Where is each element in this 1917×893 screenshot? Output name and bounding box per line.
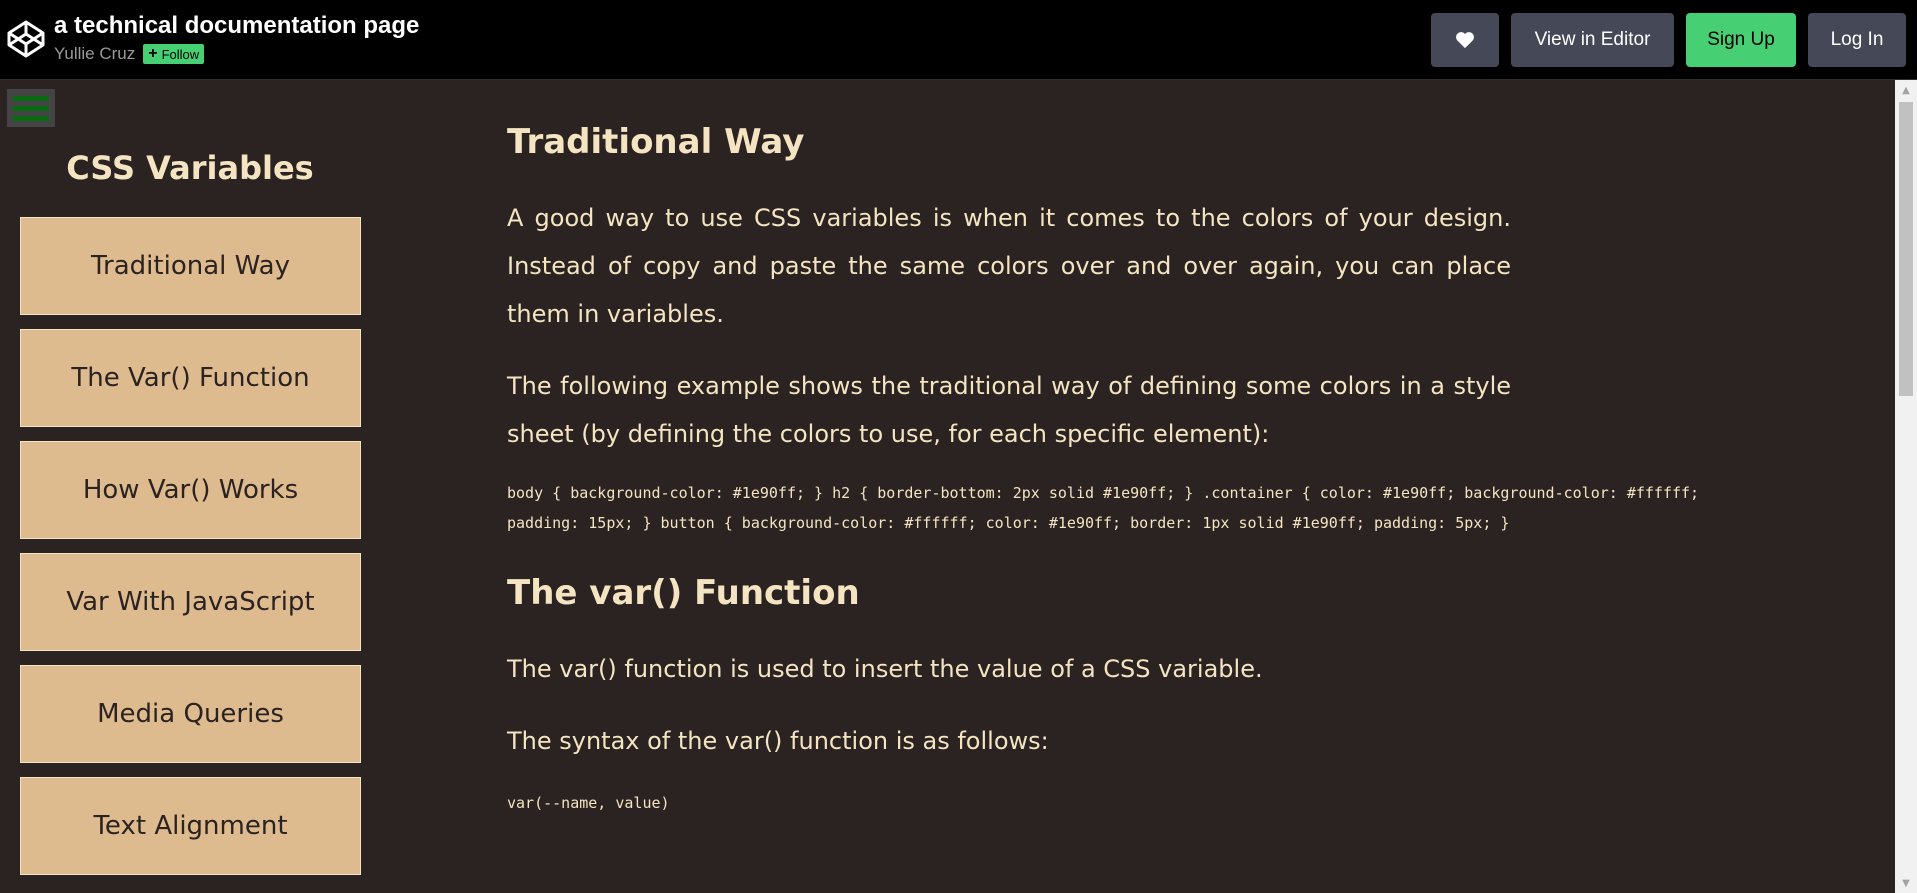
sidebar-title: CSS Variables <box>66 149 314 187</box>
main-content: Traditional Way A good way to use CSS va… <box>507 112 1887 818</box>
section-traditional-way: Traditional Way A good way to use CSS va… <box>507 112 1887 538</box>
follow-label: Follow <box>161 46 200 62</box>
log-in-button[interactable]: Log In <box>1808 13 1906 67</box>
heart-button[interactable] <box>1431 13 1499 67</box>
nav-item-traditional-way[interactable]: Traditional Way <box>20 217 361 315</box>
vertical-scrollbar[interactable]: ▲ ▼ <box>1895 80 1917 893</box>
nav-item-media-queries[interactable]: Media Queries <box>20 665 361 763</box>
sidebar-nav: Traditional Way The Var() Function How V… <box>20 217 361 889</box>
section-heading: The var() Function <box>507 573 860 613</box>
nav-item-text-alignment[interactable]: Text Alignment <box>20 777 361 875</box>
code-block: body { background-color: #1e90ff; } h2 {… <box>507 484 1700 532</box>
section-paragraph: The following example shows the traditio… <box>507 372 1511 448</box>
follow-button[interactable]: + Follow <box>143 44 205 64</box>
scroll-down-arrow-icon[interactable]: ▼ <box>1895 873 1917 893</box>
view-in-editor-button[interactable]: View in Editor <box>1511 13 1674 67</box>
heart-icon <box>1456 32 1474 49</box>
section-paragraph: The var() function is used to insert the… <box>507 655 1263 683</box>
nav-item-var-function[interactable]: The Var() Function <box>20 329 361 427</box>
nav-item-var-with-javascript[interactable]: Var With JavaScript <box>20 553 361 651</box>
header-actions: View in Editor Sign Up Log In <box>1431 13 1906 67</box>
nav-item-how-var-works[interactable]: How Var() Works <box>20 441 361 539</box>
author-link[interactable]: Yullie Cruz <box>54 44 135 64</box>
scrollbar-thumb[interactable] <box>1899 102 1913 396</box>
author-row: Yullie Cruz + Follow <box>54 44 205 64</box>
pen-title: a technical documentation page <box>54 12 420 39</box>
top-bar: a technical documentation page Yullie Cr… <box>0 0 1917 80</box>
codepen-logo-icon[interactable] <box>6 19 46 59</box>
sign-up-button[interactable]: Sign Up <box>1686 13 1796 67</box>
hamburger-menu-icon[interactable] <box>7 89 55 127</box>
section-paragraph: The syntax of the var() function is as f… <box>507 727 1049 755</box>
plus-icon: + <box>148 45 158 62</box>
section-var-function: The var() Function The var() function is… <box>507 563 1887 818</box>
menu-bar <box>13 95 49 101</box>
section-heading: Traditional Way <box>507 122 805 162</box>
section-paragraph: A good way to use CSS variables is when … <box>507 204 1511 328</box>
menu-bar <box>13 115 49 121</box>
code-block: var(--name, value) <box>507 794 670 812</box>
scroll-up-arrow-icon[interactable]: ▲ <box>1895 80 1917 100</box>
menu-bar <box>13 105 49 111</box>
